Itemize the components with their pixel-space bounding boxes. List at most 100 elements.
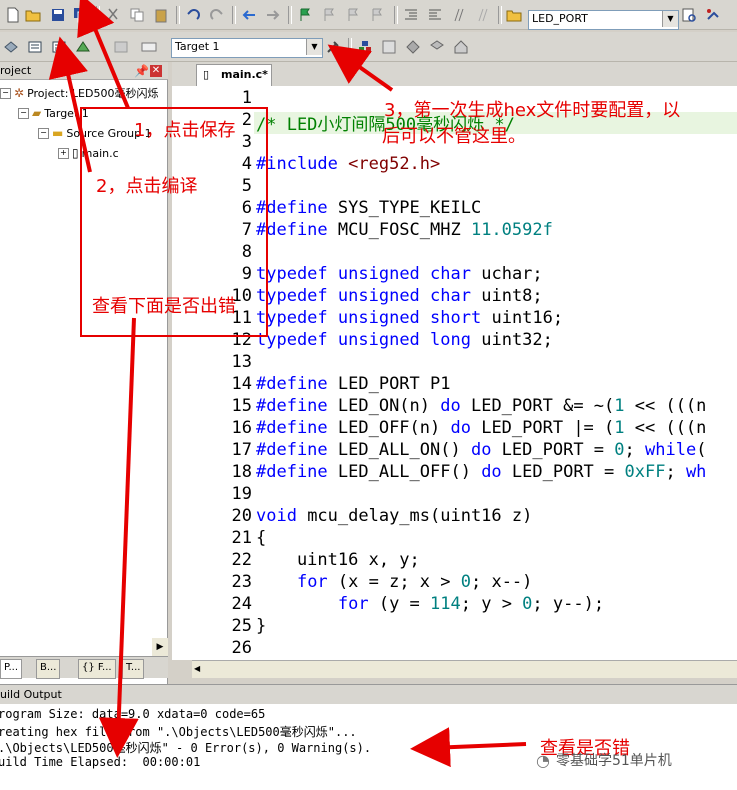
- panel-scroll-arrow[interactable]: ▶: [152, 638, 168, 656]
- line-number: 16: [231, 418, 252, 438]
- download-icon[interactable]: [140, 38, 158, 56]
- batch-build-icon[interactable]: [74, 38, 92, 56]
- code-line: typedef unsigned char uchar;: [256, 264, 543, 284]
- tree-project[interactable]: − ✲ Project: LED500毫秒闪烁: [0, 85, 158, 101]
- project-tabs: P... B... {} F... T...: [0, 656, 168, 679]
- code-line: #define LED_ALL_ON() do LED_PORT = 0; wh…: [256, 440, 707, 460]
- comment-icon[interactable]: [450, 6, 468, 24]
- editor-tab-label: main.c*: [221, 68, 268, 81]
- code-line: typedef unsigned long uint32;: [256, 330, 553, 350]
- collapse-icon[interactable]: −: [18, 107, 29, 119]
- tab-project[interactable]: P...: [0, 659, 23, 679]
- folder-icon: ▬: [52, 126, 64, 140]
- project-label: Project: LED500毫秒闪烁: [27, 87, 159, 100]
- annotation-check-below: 查看下面是否出错: [92, 296, 236, 317]
- code-line: #define LED_PORT P1: [256, 374, 451, 394]
- clear-bookmarks-icon[interactable]: [368, 6, 386, 24]
- tree-target[interactable]: − ▰ Target 1: [18, 106, 89, 120]
- translate-icon[interactable]: [2, 38, 20, 56]
- code-line: uint16 x, y;: [256, 550, 420, 570]
- collapse-icon[interactable]: −: [0, 87, 11, 99]
- stop-build-icon[interactable]: [112, 38, 130, 56]
- code-line: for (y = 114; y > 0; y--);: [337, 594, 605, 614]
- expand-icon[interactable]: +: [58, 147, 69, 159]
- tab-books[interactable]: B...: [36, 659, 61, 679]
- target-combo-value: Target 1: [175, 40, 220, 53]
- target-options-icon[interactable]: [324, 38, 342, 56]
- incremental-find-icon[interactable]: [680, 6, 698, 24]
- output-line: .\Objects\LED500毫秒闪烁" - 0 Error(s), 0 Wa…: [0, 741, 372, 755]
- line-number: 23: [231, 572, 252, 592]
- nav-back-icon[interactable]: [240, 6, 258, 24]
- output-line: rogram Size: data=9.0 xdata=0 code=65: [0, 707, 266, 721]
- uncomment-icon[interactable]: [474, 6, 492, 24]
- rebuild-icon[interactable]: [50, 38, 68, 56]
- find-combo[interactable]: LED_PORT ▼: [528, 10, 679, 30]
- line-number: 25: [231, 616, 252, 636]
- line-number: 19: [231, 484, 252, 504]
- code-line: {: [256, 528, 267, 548]
- tab-functions[interactable]: {} F...: [78, 659, 116, 679]
- cut-icon[interactable]: [104, 6, 122, 24]
- nav-forward-icon[interactable]: [264, 6, 282, 24]
- indent-icon[interactable]: [402, 6, 420, 24]
- project-icon: ✲: [14, 86, 25, 100]
- next-bookmark-icon[interactable]: [344, 6, 362, 24]
- file-extensions-icon[interactable]: [380, 38, 398, 56]
- undo-icon[interactable]: [184, 6, 202, 24]
- open-folder-icon[interactable]: [24, 6, 42, 24]
- line-number: 20: [231, 506, 252, 526]
- new-file-icon[interactable]: [4, 6, 22, 24]
- line-number: 15: [231, 396, 252, 416]
- debug-start-icon[interactable]: [704, 6, 722, 24]
- find-combo-value: LED_PORT: [532, 12, 588, 25]
- project-panel-header: roject 📌 ✕: [0, 62, 168, 80]
- file-icon: ▯: [203, 68, 210, 81]
- code-line: #define LED_ON(n) do LED_PORT &= ~(1 << …: [256, 396, 707, 416]
- chevron-down-icon[interactable]: ▼: [662, 11, 678, 27]
- code-line: #define SYS_TYPE_KEILC: [256, 198, 482, 218]
- find-in-files-icon[interactable]: [505, 6, 523, 24]
- build-output-title: uild Output: [0, 688, 62, 701]
- line-number: 14: [231, 374, 252, 394]
- scroll-left-icon[interactable]: ◀: [194, 663, 206, 675]
- code-line: for (x = z; x > 0; x--): [296, 572, 533, 592]
- unindent-icon[interactable]: [426, 6, 444, 24]
- line-number: 26: [231, 638, 252, 658]
- line-number: 1: [241, 88, 252, 108]
- line-number: 17: [231, 440, 252, 460]
- target-combo[interactable]: Target 1 ▼: [171, 38, 323, 58]
- annotation-compile: 2，点击编译: [96, 176, 198, 197]
- line-number: 18: [231, 462, 252, 482]
- redo-icon[interactable]: [208, 6, 226, 24]
- standard-toolbar: LED_PORT ▼: [0, 0, 737, 30]
- save-icon[interactable]: [49, 6, 67, 24]
- bookmark-icon[interactable]: [296, 6, 314, 24]
- close-icon[interactable]: ✕: [150, 65, 162, 77]
- annotation-save: 1，点击保存: [134, 120, 236, 141]
- line-number: 22: [231, 550, 252, 570]
- annotation-config-line2: 后可以不管这里。: [382, 126, 526, 147]
- software-packs-icon[interactable]: [452, 38, 470, 56]
- code-line: }: [256, 616, 267, 636]
- paste-icon[interactable]: [152, 6, 170, 24]
- manage-components-icon[interactable]: [356, 38, 374, 56]
- wechat-icon: ◔: [536, 750, 550, 770]
- prev-bookmark-icon[interactable]: [320, 6, 338, 24]
- tab-templates[interactable]: T...: [122, 659, 145, 679]
- pin-icon[interactable]: 📌: [134, 62, 149, 80]
- code-line: #define LED_ALL_OFF() do LED_PORT = 0xFF…: [256, 462, 707, 482]
- save-all-icon[interactable]: [72, 6, 90, 24]
- code-line: #define MCU_FOSC_MHZ 11.0592f: [256, 220, 553, 240]
- pack-installer-icon[interactable]: [404, 38, 422, 56]
- copy-icon[interactable]: [128, 6, 146, 24]
- file-icon: ▯: [72, 146, 79, 160]
- select-pack-icon[interactable]: [428, 38, 446, 56]
- code-line: void mcu_delay_ms(uint16 z): [256, 506, 533, 526]
- build-icon[interactable]: [26, 38, 44, 56]
- target-icon: ▰: [32, 106, 42, 120]
- collapse-icon[interactable]: −: [38, 127, 49, 139]
- horizontal-scrollbar[interactable]: ◀: [192, 660, 737, 678]
- tab-main-c[interactable]: ▯ main.c*: [196, 64, 272, 86]
- chevron-down-icon[interactable]: ▼: [306, 39, 322, 55]
